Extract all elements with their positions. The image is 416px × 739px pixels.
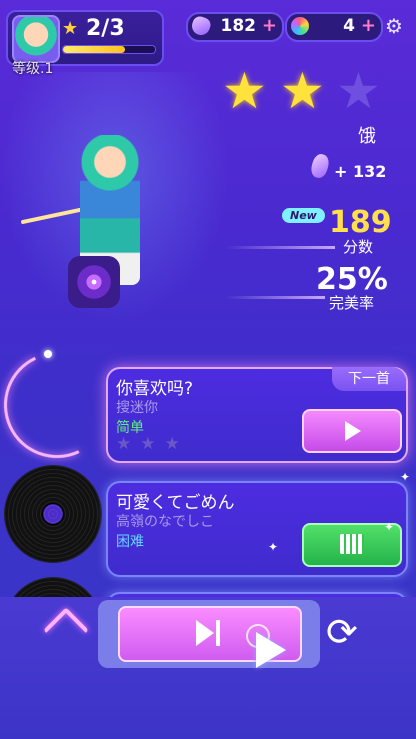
next-song-tag: 下一首 — [332, 367, 406, 391]
gem-icon — [189, 14, 213, 38]
gem-reward-icon — [309, 152, 331, 180]
sparkle-icon: ✦ — [400, 470, 411, 484]
song-title: 可愛くてごめん — [116, 493, 235, 513]
avatar[interactable] — [12, 15, 60, 63]
pointer-cursor-icon — [256, 632, 286, 668]
coin-count: 4 — [343, 16, 355, 36]
new-record-badge: New — [282, 208, 325, 223]
play-song-button[interactable] — [302, 409, 402, 453]
song-artist: 搜迷你 — [116, 400, 158, 416]
score-label: 分数 — [343, 238, 374, 256]
result-star-2: ★ — [280, 62, 325, 120]
perfect-rate-label: 完美率 — [329, 294, 375, 312]
song-card-1[interactable]: 你喜欢吗? 搜迷你 简单 ★★★ 下一首 — [106, 367, 408, 463]
progress-arc-dot — [44, 350, 52, 358]
video-icon — [340, 534, 364, 554]
replay-icon[interactable]: ⟳ — [326, 610, 358, 654]
perfect-divider — [225, 296, 325, 299]
vinyl-record-icon — [5, 466, 101, 562]
coin-counter[interactable]: 4 + — [285, 12, 383, 42]
song-card-2[interactable]: 可愛くてごめん 高嶺のなでしこ 困难 — [106, 481, 408, 577]
gem-count: 182 — [220, 16, 257, 36]
result-star-1: ★ — [222, 62, 267, 120]
play-icon — [345, 421, 361, 441]
sparkle-icon: ✦ — [268, 540, 279, 554]
home-icon — [43, 607, 89, 653]
mood-label: 饿 — [358, 126, 376, 147]
stage-progress-bar — [62, 45, 156, 54]
skip-next-icon — [196, 620, 214, 646]
star-icon: ★ — [62, 18, 79, 39]
settings-gear-icon[interactable]: ⚙ — [385, 14, 403, 38]
speaker-icon — [68, 256, 120, 308]
coin-icon — [291, 17, 309, 35]
stage-progress: 2/3 — [86, 16, 125, 41]
stage-progress-fill — [63, 46, 125, 53]
song-difficulty: 困难 — [116, 534, 144, 550]
score-value: 189 — [329, 205, 392, 240]
song-title: 你喜欢吗? — [116, 379, 194, 399]
gem-counter[interactable]: 182 + — [186, 12, 284, 42]
vinyl-grooves — [5, 466, 101, 562]
gem-reward: + 132 — [334, 162, 387, 181]
home-button[interactable] — [43, 607, 90, 656]
song-stars: ★★★ — [116, 434, 189, 454]
skip-next-bar — [216, 620, 220, 646]
sparkle-icon: ✦ — [384, 520, 395, 534]
result-star-3: ★ — [336, 62, 381, 120]
add-gems-button[interactable]: + — [262, 15, 277, 36]
add-coins-button[interactable]: + — [361, 15, 376, 36]
song-artist: 高嶺のなでしこ — [116, 514, 214, 530]
score-divider — [225, 246, 335, 249]
